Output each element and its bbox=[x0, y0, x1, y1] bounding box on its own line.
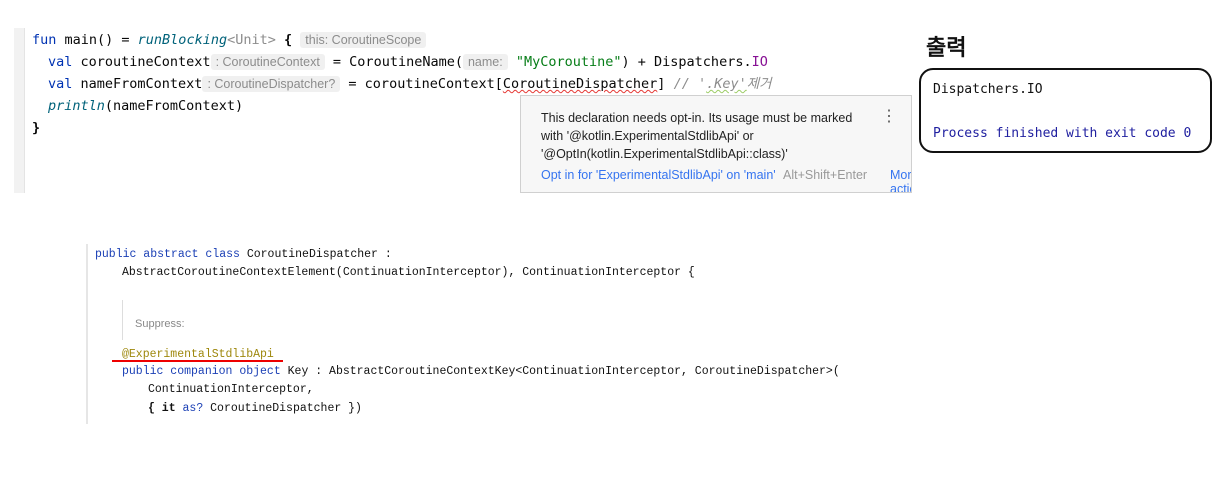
code-text: { bbox=[275, 32, 293, 48]
comment-text: // ' bbox=[665, 76, 707, 92]
source-line-6: { it as? CoroutineDispatcher }) bbox=[148, 402, 362, 415]
comment-text: .Key' bbox=[706, 76, 747, 92]
code-line-1: fun main() = runBlocking<Unit> { this: C… bbox=[32, 29, 427, 51]
function-call: println bbox=[48, 98, 105, 114]
output-line: Dispatchers.IO bbox=[933, 82, 1043, 97]
keyword: public companion object bbox=[122, 365, 281, 378]
code-line-4: println(nameFromContext) bbox=[48, 95, 243, 117]
source-line-4: public companion object Key : AbstractCo… bbox=[122, 365, 840, 378]
inlay-hint: this: CoroutineScope bbox=[300, 32, 427, 48]
comment-text: 제거 bbox=[746, 76, 772, 92]
param-hint: name: bbox=[462, 54, 508, 70]
source-line-1: public abstract class CoroutineDispatche… bbox=[95, 248, 392, 261]
function-call: runBlocking bbox=[137, 32, 228, 48]
editor-gutter bbox=[14, 28, 24, 193]
code-text: CoroutineDispatcher }) bbox=[203, 402, 362, 415]
output-title: 출력 bbox=[926, 36, 967, 61]
editor-gutter-border bbox=[24, 28, 25, 193]
code-text: ) + Dispatchers. bbox=[621, 54, 752, 70]
inlay-hint: : CoroutineDispatcher? bbox=[202, 76, 341, 92]
code-text: = CoroutineName( bbox=[324, 54, 463, 70]
error-highlight[interactable]: CoroutineDispatcher bbox=[503, 76, 657, 92]
red-underline bbox=[112, 360, 283, 362]
source-line-5: ContinuationInterceptor, bbox=[148, 383, 314, 396]
keyword: public abstract class bbox=[95, 248, 240, 261]
code-line-3: val nameFromContext: CoroutineDispatcher… bbox=[48, 73, 772, 95]
keyword: val bbox=[48, 54, 73, 70]
suppress-label: Suppress: bbox=[135, 318, 185, 330]
code-line-2: val coroutineContext: CoroutineContext =… bbox=[48, 51, 768, 73]
keyword: fun bbox=[32, 32, 57, 48]
tooltip-message: This declaration needs opt-in. Its usage… bbox=[541, 111, 853, 161]
string-literal: "MyCoroutine" bbox=[515, 54, 622, 70]
output-exit-line: Process finished with exit code 0 bbox=[933, 126, 1192, 141]
code-text: coroutineContext bbox=[72, 54, 211, 70]
comment: // '.Key'제거 bbox=[665, 76, 772, 92]
code-text: <Unit> bbox=[227, 32, 276, 48]
output-box: Dispatchers.IO Process finished with exi… bbox=[919, 68, 1212, 153]
code-line-5: } bbox=[32, 120, 41, 136]
more-options-icon[interactable]: ⋮ bbox=[881, 106, 897, 126]
code-text: = coroutineContext[ bbox=[340, 76, 503, 92]
code-text: IO bbox=[751, 54, 768, 70]
doc-block-border bbox=[122, 300, 123, 340]
inlay-hint: : CoroutineContext bbox=[210, 54, 325, 70]
keyword: as? bbox=[182, 402, 204, 415]
code-text: main() = bbox=[56, 32, 138, 48]
code-text: Key : AbstractCoroutineContextKey<Contin… bbox=[280, 365, 840, 378]
source-gutter-border bbox=[86, 244, 88, 424]
code-text: (nameFromContext) bbox=[104, 98, 244, 114]
code-text: CoroutineDispatcher : bbox=[239, 248, 392, 261]
code-text: nameFromContext bbox=[72, 76, 203, 92]
code-text: { it bbox=[148, 402, 183, 415]
shortcut-hint: Alt+Shift+Enter bbox=[783, 168, 868, 182]
keyword: val bbox=[48, 76, 73, 92]
source-line-2: AbstractCoroutineContextElement(Continua… bbox=[122, 266, 695, 279]
opt-in-action-link[interactable]: Opt in for 'ExperimentalStdlibApi' on 'm… bbox=[541, 168, 776, 182]
opt-in-tooltip: This declaration needs opt-in. Its usage… bbox=[520, 95, 912, 193]
more-actions-link[interactable]: More actions bbox=[890, 168, 911, 192]
